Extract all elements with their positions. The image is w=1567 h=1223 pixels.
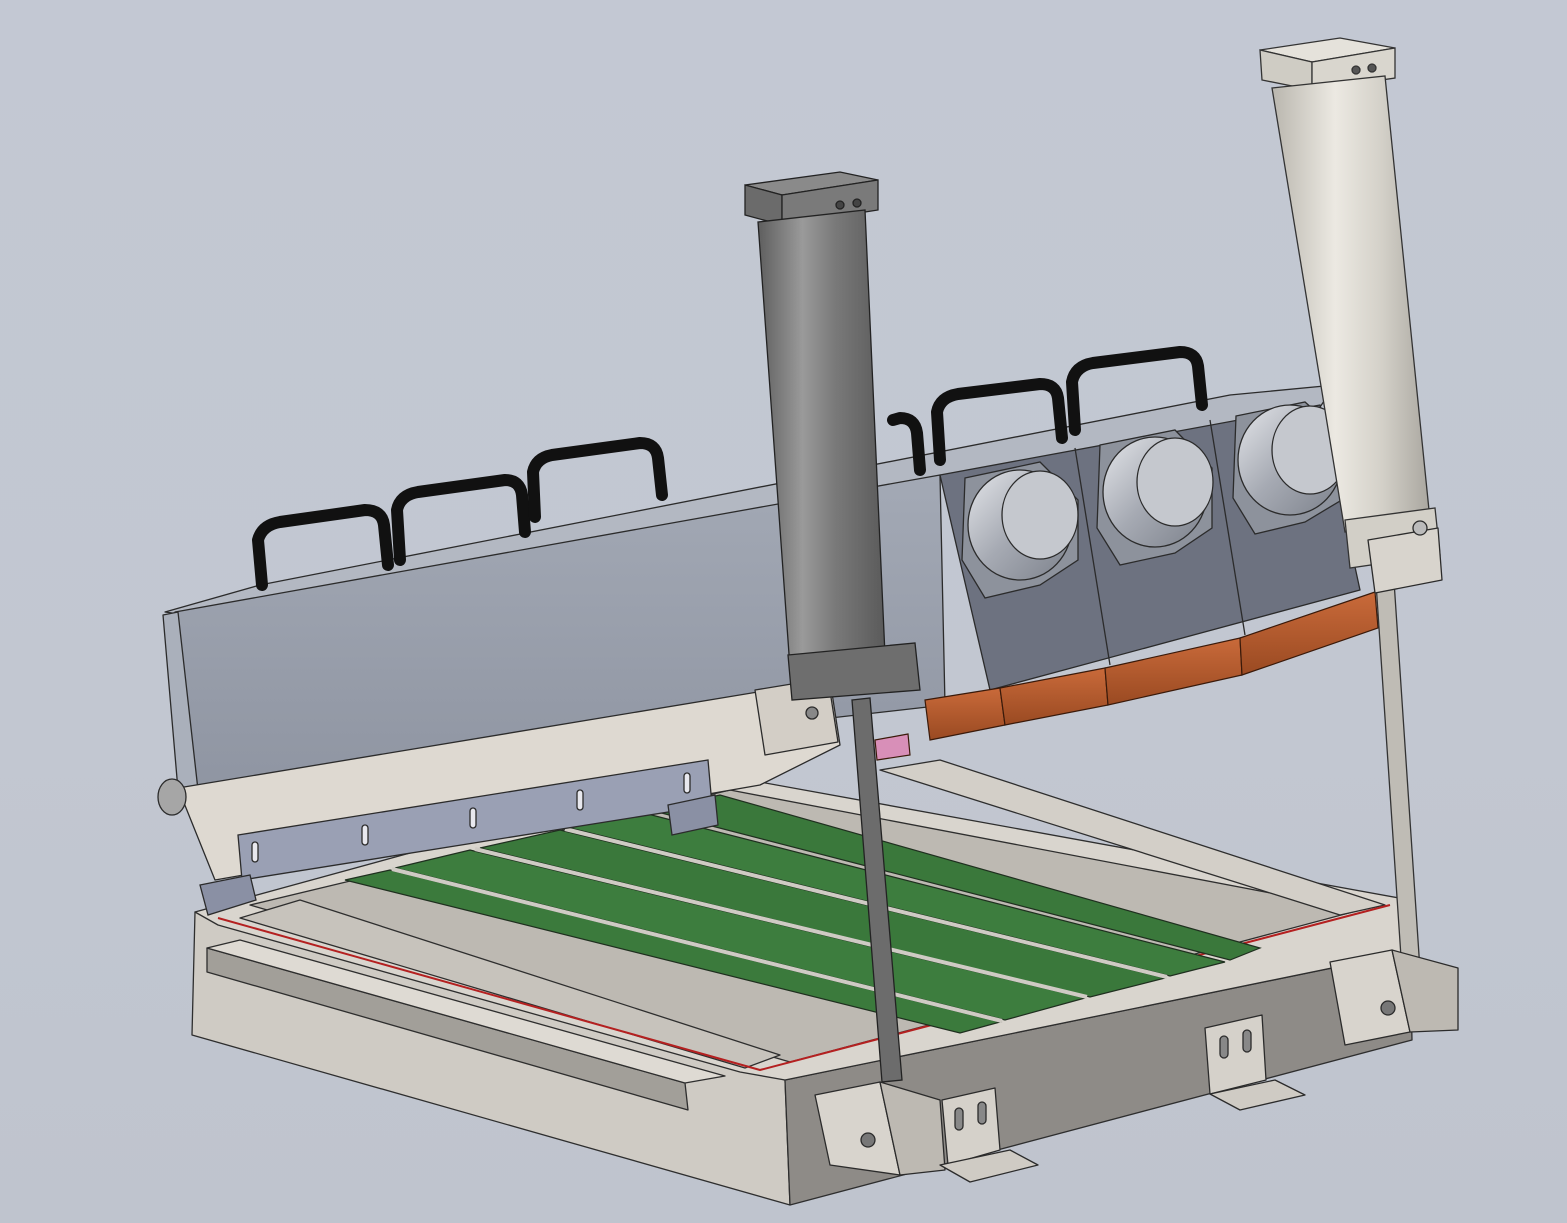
- bolt-hole: [1380, 1000, 1396, 1016]
- nozzle-bore: [1136, 437, 1214, 527]
- bracket-face: [1204, 1014, 1267, 1095]
- bracket-slot: [1242, 1029, 1252, 1053]
- bracket-slot: [977, 1101, 987, 1125]
- bolt-hole: [1412, 520, 1428, 536]
- bracket-face: [1367, 527, 1443, 594]
- bracket-slot: [954, 1107, 964, 1131]
- squeegee-slot: [576, 789, 584, 811]
- squeegee-slot: [251, 841, 259, 863]
- mounting-bracket: [814, 1081, 946, 1176]
- bolt-hole: [835, 200, 845, 210]
- bolt-hole: [852, 198, 862, 208]
- squeegee-slot: [361, 824, 369, 846]
- bolt-hole: [860, 1132, 876, 1148]
- handle: [527, 437, 668, 523]
- cad-viewport: [0, 0, 1567, 1223]
- squeegee-slot: [469, 807, 477, 829]
- mounting-bracket: [1329, 949, 1459, 1046]
- machine-assembly-drawing: [157, 37, 1459, 1206]
- squeegee-slot: [683, 772, 691, 794]
- bolt-hole: [805, 706, 819, 720]
- bolt-hole: [1351, 65, 1361, 75]
- copper-accent: [874, 733, 911, 761]
- nozzle-bore: [1001, 470, 1079, 560]
- clamp-knob: [157, 778, 187, 816]
- bracket-slot: [1219, 1035, 1229, 1059]
- bolt-hole: [1367, 63, 1377, 73]
